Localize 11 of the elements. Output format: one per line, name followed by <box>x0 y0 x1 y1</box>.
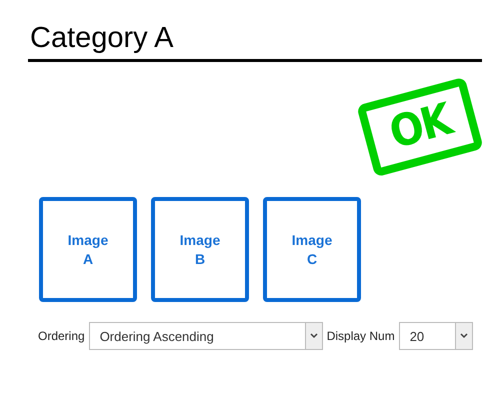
image-placeholder[interactable]: Image A <box>39 197 137 302</box>
dropdown[interactable]: Ordering Ascending <box>88 322 323 350</box>
page-heading: Category A <box>29 22 174 55</box>
caret-icon[interactable] <box>454 323 472 349</box>
dropdown[interactable]: 20 <box>398 322 473 350</box>
ok-stamp: OK <box>356 76 484 178</box>
caret-icon[interactable] <box>304 323 322 349</box>
image-placeholder[interactable]: Image B <box>151 197 249 302</box>
image-placeholder[interactable]: Image C <box>263 197 361 302</box>
field-label: Ordering <box>38 329 85 343</box>
field-label: Display Num <box>326 329 395 343</box>
